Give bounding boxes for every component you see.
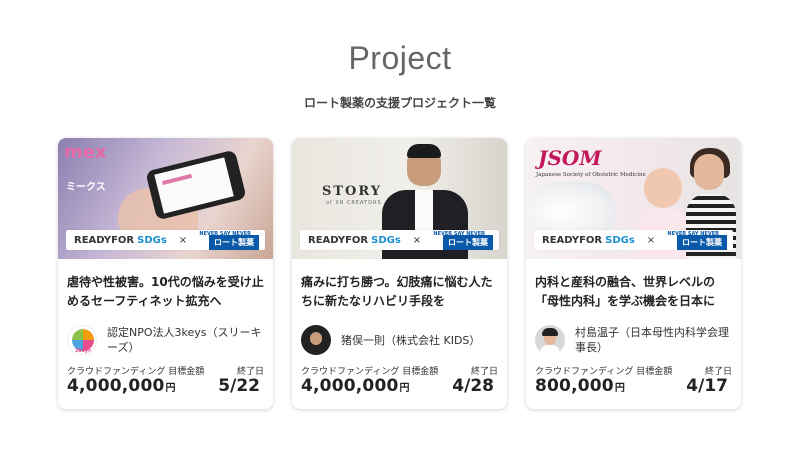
mex-logo-sub: ミークス	[66, 182, 106, 193]
owner-avatar: 3keys	[67, 325, 97, 355]
owner-name: 認定NPO法人3keys（スリーキーズ）	[107, 326, 262, 354]
yen-unit: 円	[165, 383, 176, 394]
end-date: 4/17	[686, 376, 728, 396]
funding-values: 4,000,000円 4/28	[301, 376, 498, 396]
project-title[interactable]: 虐待や性被害。10代の悩みを受け止めるセーフティネット拡充へ	[67, 273, 265, 311]
smartphone-image	[145, 149, 247, 221]
mex-logo: mex	[64, 142, 107, 163]
story-logo-sub: of XR CREATORS	[326, 200, 382, 206]
story-logo: STORY	[322, 184, 383, 199]
project-title[interactable]: 痛みに打ち勝つ。幻肢痛に悩む人たちに新たなリハビリ手段を	[301, 273, 499, 311]
project-title[interactable]: 内科と産科の融合、世界レベルの「母性内科」を学ぶ機会を日本に	[535, 273, 733, 311]
times-label: ×	[412, 234, 422, 246]
goal-amount: 4,000,000	[301, 376, 399, 396]
goal-amount: 800,000	[535, 376, 614, 396]
readyfor-sdgs-badge: READYFOR SDGs × NEVER SAY NEVER ロート製薬	[66, 230, 265, 250]
rohto-logo: ロート製薬	[443, 234, 493, 250]
end-date: 5/22	[218, 376, 260, 396]
times-label: ×	[178, 234, 188, 246]
sdgs-label: SDGs	[371, 234, 401, 246]
readyfor-label: READYFOR	[74, 234, 135, 246]
project-thumbnail[interactable]: JSOM Japanese Society of Obstetric Medic…	[526, 138, 741, 259]
owner-avatar	[535, 325, 565, 355]
readyfor-label: READYFOR	[308, 234, 369, 246]
project-card[interactable]: JSOM Japanese Society of Obstetric Medic…	[526, 138, 741, 409]
project-card[interactable]: mex ミークス READYFOR SDGs × NEVER SAY NEVER…	[58, 138, 273, 409]
owner-avatar	[301, 325, 331, 355]
project-thumbnail[interactable]: mex ミークス READYFOR SDGs × NEVER SAY NEVER…	[58, 138, 273, 259]
owner-name: 猪俣一則（株式会社 KIDS）	[341, 333, 481, 347]
sdgs-label: SDGs	[605, 234, 635, 246]
project-thumbnail[interactable]: STORY of XR CREATORS READYFOR SDGs × NEV…	[292, 138, 507, 259]
owner-name: 村島温子（日本母性内科学会理事長）	[575, 326, 729, 354]
project-owner[interactable]: 3keys 認定NPO法人3keys（スリーキーズ）	[67, 324, 267, 356]
rohto-logo: ロート製薬	[209, 234, 259, 250]
yen-unit: 円	[399, 383, 410, 394]
page-subtitle: ロート製薬の支援プロジェクト一覧	[303, 96, 496, 110]
readyfor-sdgs-badge: READYFOR SDGs × NEVER SAY NEVER ロート製薬	[534, 230, 733, 250]
readyfor-label: READYFOR	[542, 234, 603, 246]
project-owner[interactable]: 猪俣一則（株式会社 KIDS）	[301, 324, 501, 356]
jsom-logo-sub: Japanese Society of Obstetric Medicine	[536, 172, 646, 178]
end-date: 4/28	[452, 376, 494, 396]
3keys-logo-text: 3keys	[74, 348, 92, 354]
page-title: Project	[348, 40, 452, 76]
times-label: ×	[646, 234, 656, 246]
yen-unit: 円	[614, 383, 625, 394]
sdgs-label: SDGs	[137, 234, 167, 246]
jsom-logo: JSOM	[538, 146, 602, 170]
rohto-logo: ロート製薬	[677, 234, 727, 250]
goal-amount: 4,000,000	[67, 376, 165, 396]
project-card[interactable]: STORY of XR CREATORS READYFOR SDGs × NEV…	[292, 138, 507, 409]
readyfor-sdgs-badge: READYFOR SDGs × NEVER SAY NEVER ロート製薬	[300, 230, 499, 250]
project-owner[interactable]: 村島温子（日本母性内科学会理事長）	[535, 324, 735, 356]
funding-values: 800,000円 4/17	[535, 376, 732, 396]
funding-values: 4,000,000円 5/22	[67, 376, 264, 396]
